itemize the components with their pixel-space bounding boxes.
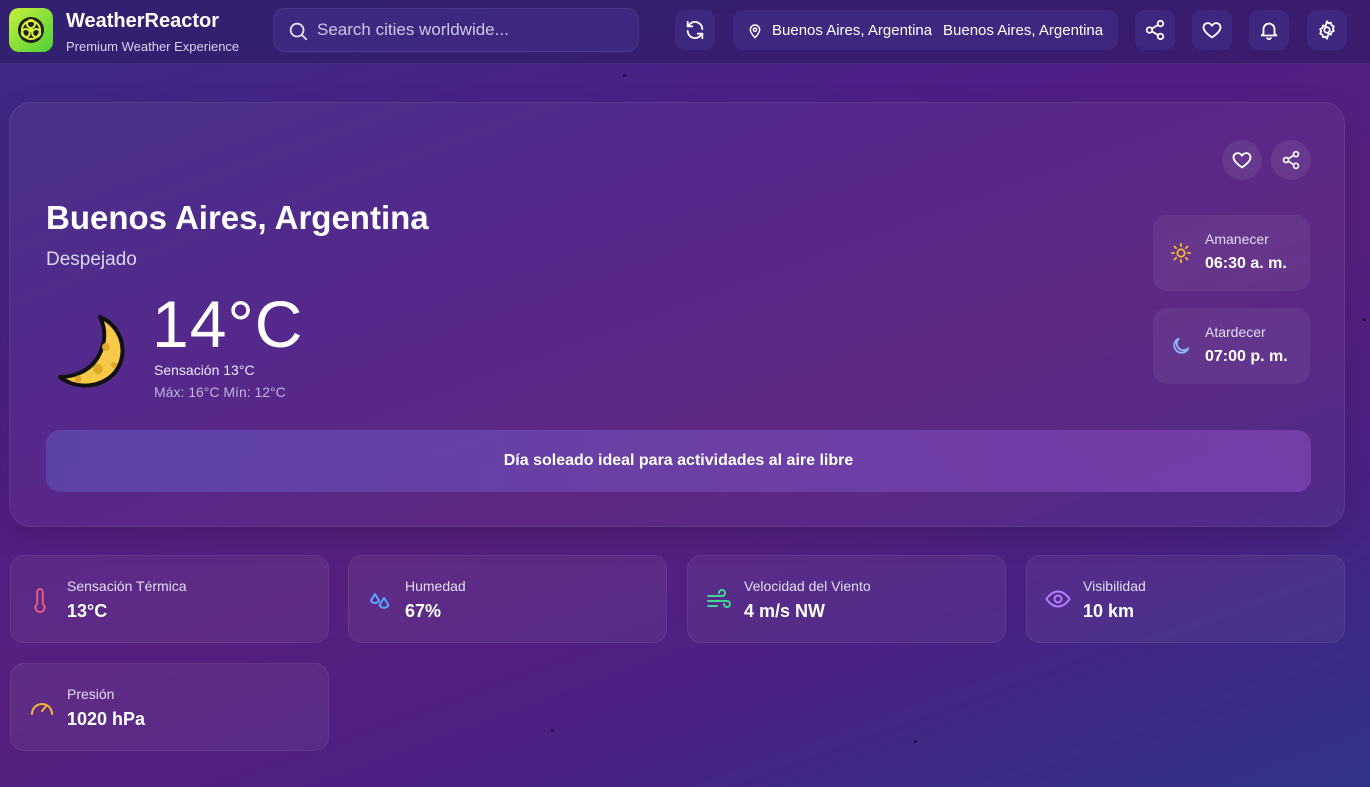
stat-card-visibility: Visibilidad 10 km (1026, 555, 1345, 643)
background-speck (551, 729, 554, 732)
top-bar: WeatherReactor Premium Weather Experienc… (0, 0, 1370, 64)
card-favorite-button[interactable] (1222, 140, 1262, 180)
sunset-card: Atardecer 07:00 p. m. (1153, 308, 1310, 384)
favorites-button[interactable] (1192, 10, 1232, 50)
eye-icon (1045, 590, 1071, 608)
share-icon (1145, 19, 1165, 41)
moon-icon (1173, 337, 1190, 354)
gauge-icon (31, 703, 53, 715)
stat-card-feels-like: Sensación Térmica 13°C (10, 555, 329, 643)
search-input[interactable] (317, 9, 627, 51)
stat-label: Presión (67, 686, 115, 702)
card-share-button[interactable] (1271, 140, 1311, 180)
bell-icon (1260, 22, 1278, 41)
stat-card-wind: Velocidad del Viento 4 m/s NW (687, 555, 1006, 643)
wind-icon (707, 589, 731, 608)
search-box[interactable] (273, 8, 639, 52)
sunrise-card: Amanecer 06:30 a. m. (1153, 215, 1310, 291)
sunrise-label: Amanecer (1205, 231, 1269, 247)
settings-button[interactable] (1307, 10, 1347, 50)
app-logo[interactable] (9, 8, 53, 52)
refresh-button[interactable] (675, 10, 715, 50)
sun-icon (1170, 242, 1192, 264)
stat-value: 13°C (67, 601, 108, 621)
stat-label: Velocidad del Viento (744, 578, 871, 594)
stat-label: Sensación Térmica (67, 578, 187, 594)
gear-icon (1319, 20, 1335, 40)
current-weather-card: Buenos Aires, Argentina Despejado 14°C S… (9, 102, 1345, 527)
biohazard-icon (18, 17, 44, 43)
background-speck (1363, 318, 1366, 321)
background-speck (623, 74, 626, 77)
app-title: WeatherReactor (66, 10, 220, 32)
refresh-icon (686, 20, 704, 40)
sunset-time: 07:00 p. m. (1205, 348, 1288, 365)
background-speck (914, 740, 917, 743)
weather-tip-banner: Día soleado ideal para actividades al ai… (46, 430, 1311, 492)
share-button[interactable] (1135, 10, 1175, 50)
stat-value: 10 km (1083, 601, 1135, 621)
feels-like-text: Sensación 13°C (154, 362, 255, 378)
stat-value: 67% (405, 601, 442, 621)
location-primary: Buenos Aires, Argentina (772, 22, 933, 39)
crescent-moon-icon (58, 315, 125, 388)
sunset-label: Atardecer (1205, 324, 1266, 340)
min-max-temperature: Máx: 16°C Mín: 12°C (154, 384, 286, 400)
thermometer-icon (34, 588, 46, 613)
stat-card-humidity: Humedad 67% (348, 555, 667, 643)
search-icon (289, 22, 308, 41)
weather-condition: Despejado (46, 249, 137, 270)
stat-label: Visibilidad (1083, 578, 1146, 594)
notifications-button[interactable] (1249, 10, 1289, 50)
city-name: Buenos Aires, Argentina (46, 199, 429, 236)
heart-icon (1202, 22, 1222, 39)
share-icon (1282, 150, 1300, 170)
current-temperature: 14°C (152, 287, 304, 361)
sunrise-time: 06:30 a. m. (1205, 255, 1287, 272)
stat-value: 1020 hPa (67, 709, 146, 729)
map-pin-icon (749, 24, 761, 39)
app-subtitle: Premium Weather Experience (66, 39, 240, 54)
stat-card-pressure: Presión 1020 hPa (10, 663, 329, 751)
droplets-icon (370, 593, 390, 609)
location-selector[interactable]: Buenos Aires, Argentina Buenos Aires, Ar… (733, 10, 1118, 50)
stat-label: Humedad (405, 578, 466, 594)
heart-icon (1232, 152, 1252, 169)
stat-value: 4 m/s NW (744, 601, 826, 621)
location-secondary: Buenos Aires, Argentina (943, 22, 1104, 39)
